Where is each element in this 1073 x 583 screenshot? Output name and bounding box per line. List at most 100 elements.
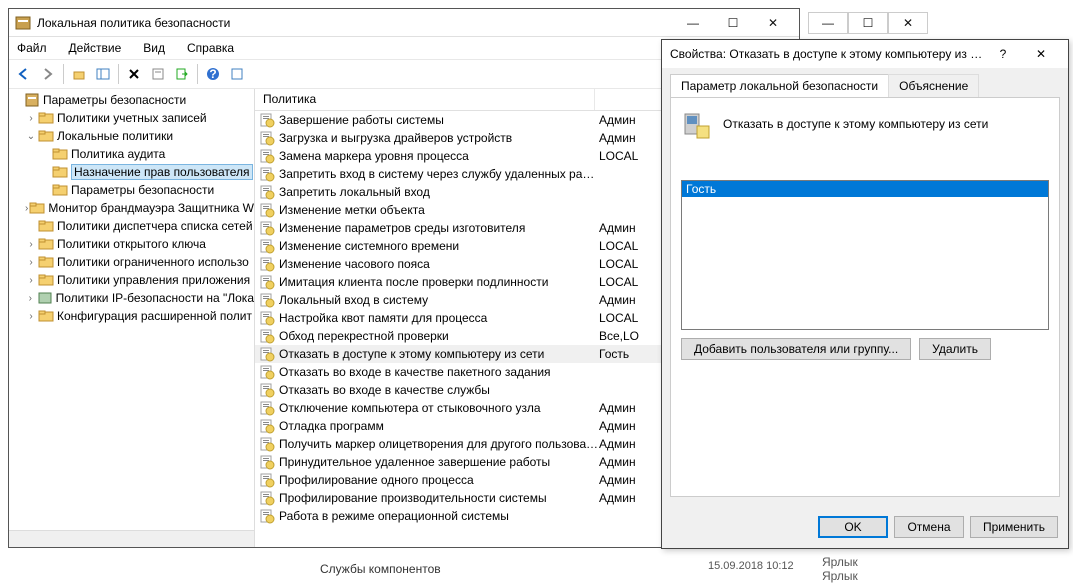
apply-button[interactable]: Применить	[970, 516, 1058, 538]
member-item[interactable]: Гость	[682, 181, 1048, 197]
menu-file[interactable]: Файл	[13, 39, 51, 57]
dialog-close-button[interactable]: ✕	[1022, 41, 1060, 67]
tree-item-label: Назначение прав пользователя	[71, 164, 253, 180]
tree-item[interactable]: ›Монитор брандмауэра Защитника W	[9, 199, 254, 217]
policy-icon	[259, 148, 275, 164]
members-list[interactable]: Гость	[681, 180, 1049, 330]
up-button[interactable]	[68, 63, 90, 85]
tree-expander-icon[interactable]: ›	[25, 203, 28, 214]
bg-shortcut-labels: Ярлык Ярлык	[822, 555, 858, 583]
dialog-help-button[interactable]: ?	[984, 41, 1022, 67]
tree-expander-icon[interactable]: ⌄	[25, 131, 37, 142]
tree-expander-icon[interactable]: ›	[25, 275, 37, 286]
policy-icon	[259, 256, 275, 272]
horizontal-scrollbar[interactable]	[9, 530, 254, 547]
add-user-button[interactable]: Добавить пользователя или группу...	[681, 338, 911, 360]
tree-item[interactable]: › Политики IP-безопасности на "Лока	[9, 289, 254, 307]
remove-button[interactable]: Удалить	[919, 338, 991, 360]
cancel-button[interactable]: Отмена	[894, 516, 964, 538]
policy-name: Загрузка и выгрузка драйверов устройств	[279, 131, 599, 145]
help-button[interactable]: ?	[202, 63, 224, 85]
delete-button[interactable]	[123, 63, 145, 85]
policy-name: Отказать во входе в качестве пакетного з…	[279, 365, 599, 379]
menu-view[interactable]: Вид	[139, 39, 169, 57]
tree-item[interactable]: Политика аудита	[9, 145, 254, 163]
window-title: Локальная политика безопасности	[37, 16, 673, 30]
folder-icon	[38, 128, 54, 144]
tree-item[interactable]: › Политики открытого ключа	[9, 235, 254, 253]
tree-item-label: Политика аудита	[71, 147, 165, 161]
folder-icon	[38, 272, 54, 288]
tab-explanation[interactable]: Объяснение	[888, 74, 979, 97]
tabstrip: Параметр локальной безопасности Объяснен…	[662, 68, 1068, 97]
tree-item-label: Локальные политики	[57, 129, 173, 143]
folder-icon	[52, 164, 68, 180]
tab-local-security[interactable]: Параметр локальной безопасности	[670, 74, 889, 97]
column-policy[interactable]: Политика	[255, 89, 595, 110]
bg-minimize-icon: —	[808, 12, 848, 34]
policy-name: Изменение метки объекта	[279, 203, 599, 217]
tree-item[interactable]: › Политики учетных записей	[9, 109, 254, 127]
policy-icon	[259, 490, 275, 506]
policy-icon	[259, 112, 275, 128]
refresh-button[interactable]	[226, 63, 248, 85]
back-button[interactable]	[13, 63, 35, 85]
tree-pane[interactable]: Параметры безопасности › Политики учетных …	[9, 89, 255, 547]
tree-expander-icon[interactable]: ›	[25, 113, 37, 124]
policy-icon	[259, 184, 275, 200]
tree-item-label: Политики диспетчера списка сетей	[57, 219, 253, 233]
tree-expander-icon[interactable]: ›	[25, 257, 37, 268]
tab-panel: Отказать в доступе к этому компьютеру из…	[670, 97, 1060, 497]
policy-icon	[259, 130, 275, 146]
maximize-button[interactable]: ☐	[713, 10, 753, 36]
folder-icon	[38, 110, 54, 126]
tree-item[interactable]: Параметры безопасности	[9, 181, 254, 199]
policy-name-label: Отказать в доступе к этому компьютеру из…	[723, 117, 988, 131]
app-icon	[15, 15, 31, 31]
tree-expander-icon[interactable]: ›	[25, 293, 36, 304]
tree-item-label: Политики учетных записей	[57, 111, 207, 125]
policy-icon	[259, 202, 275, 218]
titlebar: Локальная политика безопасности — ☐ ✕	[9, 9, 799, 37]
menu-help[interactable]: Справка	[183, 39, 238, 57]
tree-item-label: Политики открытого ключа	[57, 237, 206, 251]
tree-expander-icon[interactable]: ›	[25, 311, 37, 322]
tree-item[interactable]: Политики диспетчера списка сетей	[9, 217, 254, 235]
tree-expander-icon[interactable]: ›	[25, 239, 37, 250]
tree-item[interactable]: Назначение прав пользователя	[9, 163, 254, 181]
tree-item[interactable]: ⌄ Локальные политики	[9, 127, 254, 145]
tree-item[interactable]: ›Политики ограниченного использо	[9, 253, 254, 271]
tree-item[interactable]: ›Конфигурация расширенной полит	[9, 307, 254, 325]
tree-item[interactable]: › Политики управления приложения	[9, 271, 254, 289]
policy-name: Принудительное удаленное завершение рабо…	[279, 455, 599, 469]
policy-icon	[259, 418, 275, 434]
close-button[interactable]: ✕	[753, 10, 793, 36]
bg-close-icon: ✕	[888, 12, 928, 34]
ok-button[interactable]: OK	[818, 516, 888, 538]
policy-name: Работа в режиме операционной системы	[279, 509, 599, 523]
export-button[interactable]	[171, 63, 193, 85]
show-tree-button[interactable]	[92, 63, 114, 85]
forward-button[interactable]	[37, 63, 59, 85]
folder-icon	[29, 200, 45, 216]
tree-item[interactable]: Параметры безопасности	[9, 91, 254, 109]
policy-icon	[259, 436, 275, 452]
minimize-button[interactable]: —	[673, 10, 713, 36]
policy-name: Изменение часового пояса	[279, 257, 599, 271]
policy-icon	[259, 346, 275, 362]
properties-button[interactable]	[147, 63, 169, 85]
policy-icon	[259, 274, 275, 290]
policy-name: Отладка программ	[279, 419, 599, 433]
policy-icon	[259, 364, 275, 380]
tree-item-label: Политики IP-безопасности на "Лока	[56, 291, 254, 305]
policy-name: Отключение компьютера от стыковочного уз…	[279, 401, 599, 415]
policy-icon	[259, 400, 275, 416]
menu-action[interactable]: Действие	[65, 39, 126, 57]
policy-name: Профилирование производительности систем…	[279, 491, 599, 505]
ip-icon	[37, 290, 53, 306]
policy-icon	[259, 328, 275, 344]
shield-icon	[24, 92, 40, 108]
tree-item-label: Политики управления приложения	[57, 273, 250, 287]
properties-dialog: Свойства: Отказать в доступе к этому ком…	[661, 39, 1069, 549]
folder-icon	[38, 254, 54, 270]
